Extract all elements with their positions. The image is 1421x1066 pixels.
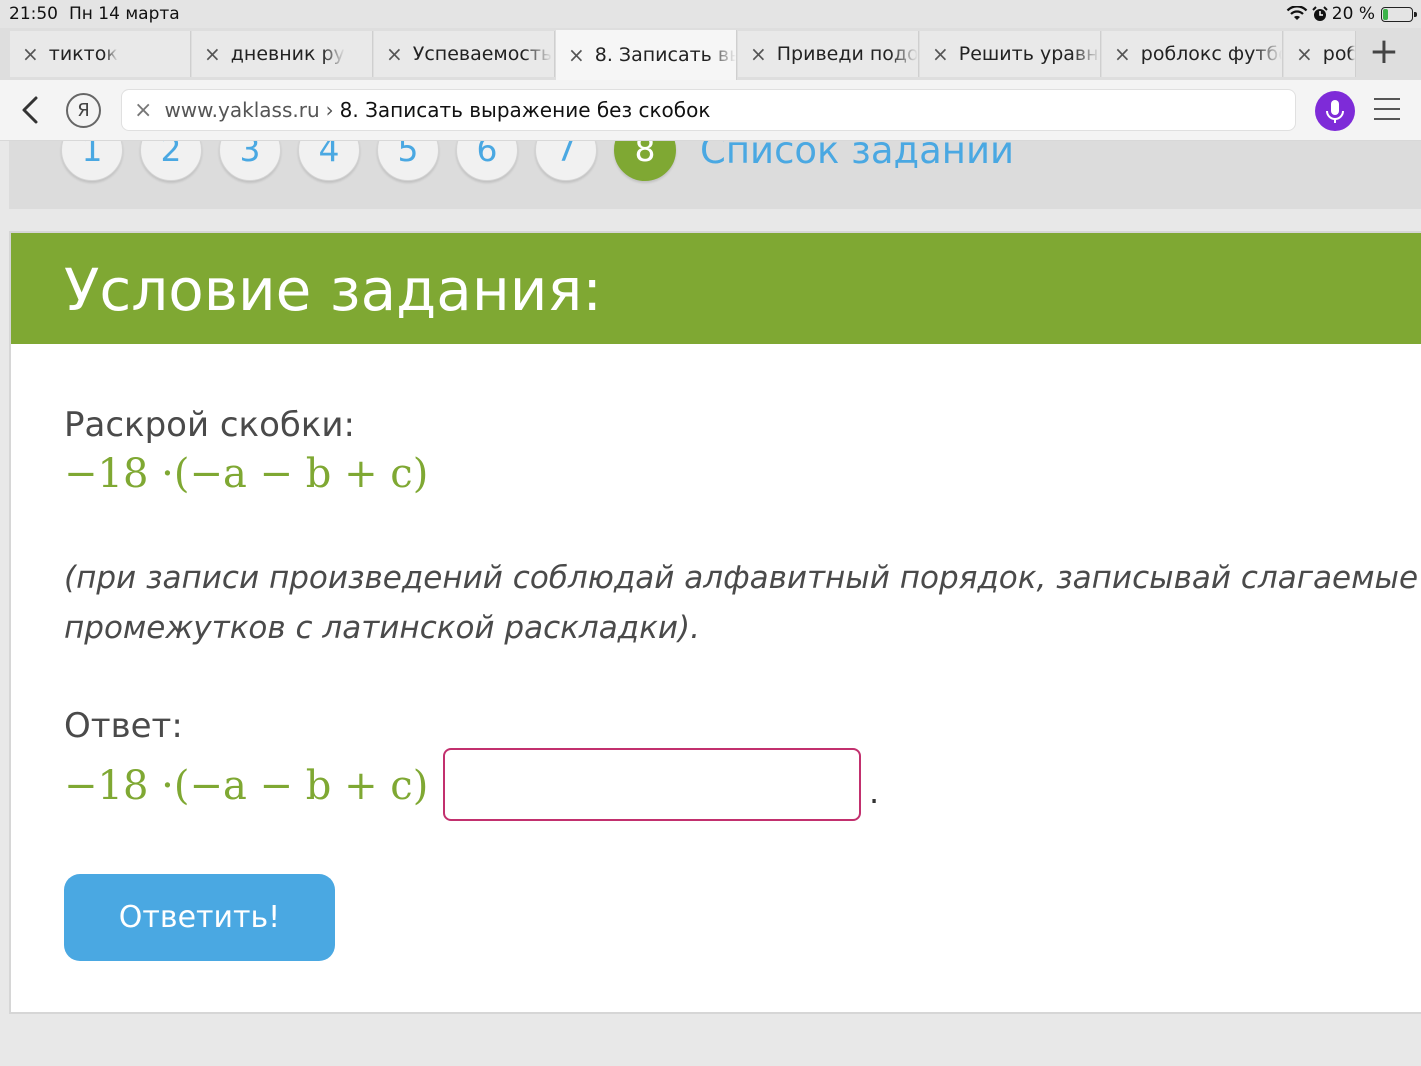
alarm-icon xyxy=(1312,6,1328,21)
tab-close-icon[interactable]: × xyxy=(386,42,403,66)
new-tab-button[interactable]: + xyxy=(1369,34,1399,70)
status-date: Пн 14 марта xyxy=(69,4,180,24)
tab-8[interactable]: × роб. xyxy=(1284,31,1356,77)
tab-1[interactable]: × тикток xyxy=(10,31,191,77)
task-pager: 1 2 3 4 5 6 7 8 xyxy=(61,141,676,181)
tab-label: Решить уравне xyxy=(958,43,1100,65)
tab-bar: × тикток × дневник ру × Успеваемость × 8… xyxy=(0,28,1421,80)
tab-7[interactable]: × роблокс футбо xyxy=(1102,31,1283,77)
url-domain: www.yaklass.ru xyxy=(164,98,320,122)
tab-label: дневник ру xyxy=(230,43,345,65)
tab-close-icon[interactable]: × xyxy=(22,42,39,66)
task-prompt: Раскрой скобки: xyxy=(64,405,355,445)
task-instruction: (при записи произведений соблюдай алфави… xyxy=(64,560,1421,646)
answer-label: Ответ: xyxy=(64,706,183,746)
page-button-4[interactable]: 4 xyxy=(298,141,360,181)
tab-6[interactable]: × Решить уравне xyxy=(920,31,1101,77)
battery-icon xyxy=(1381,6,1417,22)
back-arrow-icon[interactable] xyxy=(16,94,44,126)
answer-input[interactable] xyxy=(443,748,861,821)
page-button-3[interactable]: 3 xyxy=(219,141,281,181)
tab-label: Успеваемость xyxy=(412,43,553,65)
answer-suffix: . xyxy=(869,773,880,811)
microphone-icon xyxy=(1326,100,1344,123)
clear-url-icon[interactable]: × xyxy=(134,98,152,123)
task-list-link[interactable]: Список заданий xyxy=(700,141,1014,172)
submit-answer-button[interactable]: Ответить! xyxy=(64,874,335,961)
url-page-title: 8. Записать выражение без скобок xyxy=(339,98,711,122)
status-indicators: 20 % xyxy=(1286,4,1417,24)
page-button-8-current[interactable]: 8 xyxy=(614,141,676,181)
page-button-7[interactable]: 7 xyxy=(535,141,597,181)
tab-close-icon[interactable]: × xyxy=(204,42,221,66)
page-button-1[interactable]: 1 xyxy=(61,141,123,181)
tab-label: 8. Записать вы xyxy=(594,44,736,66)
page-button-6[interactable]: 6 xyxy=(456,141,518,181)
tab-2[interactable]: × дневник ру xyxy=(192,31,373,77)
tab-5[interactable]: × Приведи подо xyxy=(738,31,919,77)
tab-close-icon[interactable]: × xyxy=(1114,42,1131,66)
tab-4-active[interactable]: × 8. Записать вы xyxy=(556,30,737,80)
tab-3[interactable]: × Успеваемость xyxy=(374,31,555,77)
task-expression: −18 ·(−a − b + c) xyxy=(64,451,429,497)
url-field[interactable]: × www.yaklass.ru › 8. Записать выражение… xyxy=(121,89,1296,131)
tab-label: тикток xyxy=(48,43,118,65)
status-time: 21:50 xyxy=(9,4,58,24)
hamburger-menu-icon[interactable] xyxy=(1374,98,1400,122)
microphone-button[interactable] xyxy=(1315,91,1355,131)
task-header-title: Условие задания: xyxy=(64,256,602,324)
battery-fill xyxy=(1383,8,1389,20)
task-pager-strip: 1 2 3 4 5 6 7 8 Список заданий xyxy=(9,141,1421,209)
wifi-icon xyxy=(1286,6,1308,20)
yandex-icon[interactable]: Я xyxy=(66,93,101,128)
page-button-2[interactable]: 2 xyxy=(140,141,202,181)
address-bar: Я × www.yaklass.ru › 8. Записать выражен… xyxy=(0,80,1421,141)
tab-label: роблокс футбо xyxy=(1140,43,1282,65)
status-bar: 21:50 Пн 14 марта 20 % xyxy=(0,0,1421,28)
task-header: Условие задания: xyxy=(11,233,1421,344)
tab-close-icon[interactable]: × xyxy=(568,43,585,67)
tab-label: роб. xyxy=(1322,43,1355,65)
answer-expression: −18 ·(−a − b + c) = xyxy=(64,763,475,809)
tab-label: Приведи подо xyxy=(776,43,918,65)
url-separator: › xyxy=(325,98,334,122)
task-card: Условие задания: Раскрой скобки: −18 ·(−… xyxy=(9,231,1421,1014)
tab-close-icon[interactable]: × xyxy=(932,42,949,66)
tab-close-icon[interactable]: × xyxy=(750,42,767,66)
page-button-5[interactable]: 5 xyxy=(377,141,439,181)
battery-percent: 20 % xyxy=(1331,4,1375,24)
tab-close-icon[interactable]: × xyxy=(1296,42,1313,66)
